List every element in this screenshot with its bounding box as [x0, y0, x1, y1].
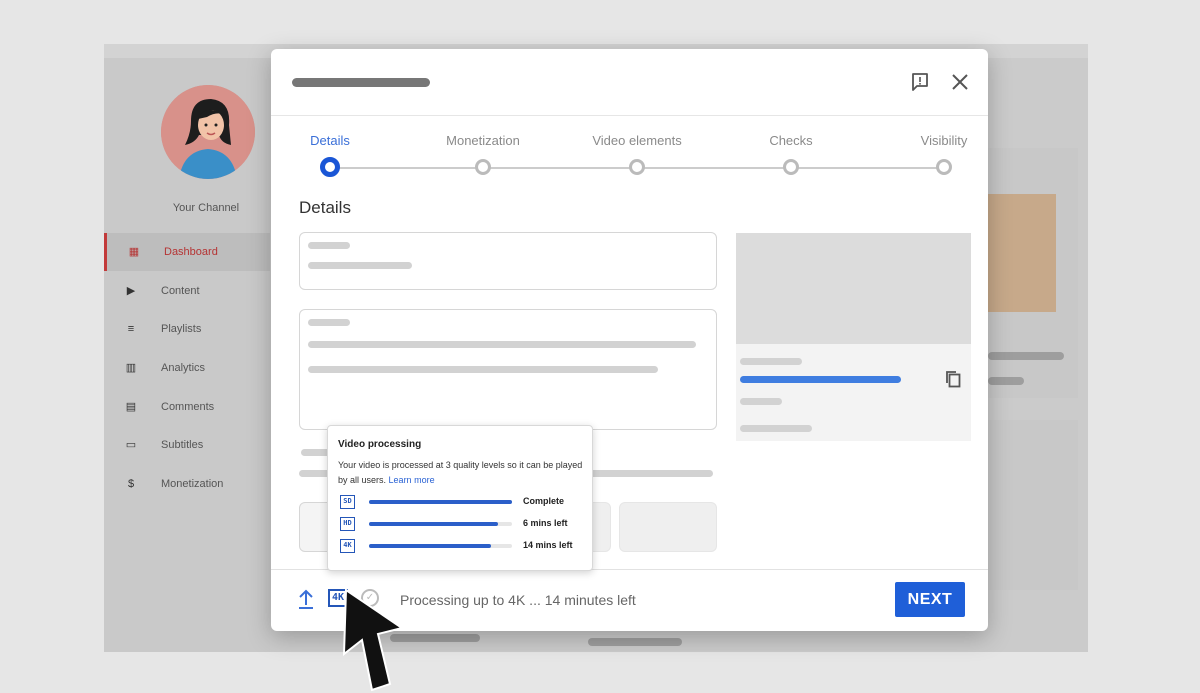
sidebar-item-playlists[interactable]: ≡ Playlists [104, 310, 270, 348]
upload-icon[interactable] [296, 588, 316, 610]
popup-description: Your video is processed at 3 quality lev… [338, 458, 583, 488]
popup-title: Video processing [338, 439, 422, 450]
step-indicator [629, 159, 645, 175]
sidebar-item-label: Analytics [161, 362, 206, 374]
dashboard-icon: ▦ [128, 246, 140, 258]
step-indicator [475, 159, 491, 175]
copy-icon[interactable] [943, 369, 963, 389]
step-label: Monetization [446, 133, 520, 148]
step-label: Video elements [592, 133, 682, 148]
field-value-placeholder [308, 366, 658, 373]
field-value-placeholder [308, 262, 412, 269]
video-link[interactable] [740, 376, 901, 383]
sidebar-item-label: Monetization [161, 478, 224, 490]
sidebar-item-subtitles[interactable]: ▭ Subtitles [104, 426, 270, 464]
quality-sd-icon: SD [340, 495, 355, 509]
quality-status: 6 mins left [523, 518, 568, 528]
title-field[interactable] [299, 232, 717, 290]
background-thumbnail [988, 194, 1056, 312]
step-details[interactable]: Details [271, 133, 390, 177]
sidebar-item-comments[interactable]: ▤ Comments [104, 388, 270, 426]
dialog-title-placeholder [292, 78, 430, 87]
monetization-icon: $ [127, 478, 135, 490]
quality-hd-icon: HD [340, 517, 355, 531]
quality-row-sd: SD Complete [338, 495, 588, 511]
description-field[interactable] [299, 309, 717, 430]
step-label: Visibility [920, 133, 968, 148]
sidebar-item-analytics[interactable]: ▥ Analytics [104, 349, 270, 387]
sidebar-item-label: Playlists [161, 323, 202, 335]
content-icon: ▶ [126, 285, 136, 297]
step-label: Checks [769, 133, 813, 148]
field-label-placeholder [308, 242, 350, 249]
progress-track [369, 544, 512, 548]
sidebar-item-label: Comments [161, 401, 215, 413]
learn-more-link[interactable]: Learn more [389, 475, 435, 485]
playlists-icon: ≡ [127, 323, 135, 335]
video-preview-panel [736, 233, 971, 441]
step-label: Details [310, 133, 350, 148]
placeholder-line [740, 358, 802, 365]
background-placeholder [988, 352, 1064, 360]
channel-avatar[interactable] [161, 85, 255, 179]
header-divider [271, 115, 988, 116]
step-video-elements[interactable]: Video elements [577, 133, 697, 175]
quality-4k-icon: 4K [340, 539, 355, 553]
field-value-placeholder [308, 341, 696, 348]
background-placeholder [988, 377, 1024, 385]
subtitles-icon: ▭ [125, 439, 137, 451]
placeholder-line [740, 398, 782, 405]
comments-icon: ▤ [125, 401, 137, 413]
field-label-placeholder [308, 319, 350, 326]
sidebar: Your Channel ▦ Dashboard ▶ Content ≡ Playlist… [104, 58, 270, 652]
progress-track [369, 522, 512, 526]
quality-row-4k: 4K 14 mins left [338, 539, 588, 555]
close-icon[interactable] [949, 71, 971, 93]
sidebar-item-monetization[interactable]: $ Monetization [104, 465, 270, 503]
sidebar-item-label: Subtitles [161, 439, 204, 451]
background-card [988, 420, 1078, 590]
progress-fill [369, 522, 498, 526]
next-button[interactable]: NEXT [895, 582, 965, 617]
step-monetization[interactable]: Monetization [423, 133, 543, 175]
step-indicator [783, 159, 799, 175]
step-indicator [320, 157, 340, 177]
processing-status-text: Processing up to 4K ... 14 minutes left [400, 592, 636, 608]
step-checks[interactable]: Checks [731, 133, 851, 175]
sidebar-item-label: Content [161, 285, 200, 297]
video-preview-thumbnail[interactable] [736, 233, 971, 344]
quality-row-hd: HD 6 mins left [338, 517, 588, 533]
step-indicator [936, 159, 952, 175]
sidebar-item-dashboard[interactable]: ▦ Dashboard [104, 233, 270, 271]
avatar-illustration [161, 85, 255, 179]
background-placeholder [588, 638, 682, 646]
analytics-icon: ▥ [125, 362, 137, 374]
sidebar-item-content[interactable]: ▶ Content [104, 272, 270, 310]
mouse-cursor-icon [342, 588, 405, 692]
thumbnail-option[interactable] [619, 502, 717, 552]
placeholder-line [740, 425, 812, 432]
popup-description-text: Your video is processed at 3 quality lev… [338, 460, 583, 485]
sidebar-item-label: Dashboard [164, 246, 218, 258]
feedback-icon[interactable] [909, 71, 931, 93]
quality-status: Complete [523, 496, 565, 506]
video-processing-popup: Video processing Your video is processed… [327, 425, 593, 571]
section-title: Details [299, 198, 351, 217]
progress-track [369, 500, 512, 504]
quality-status: 14 mins left [523, 540, 573, 550]
progress-fill [369, 500, 512, 504]
step-visibility[interactable]: Visibility [884, 133, 988, 175]
progress-fill [369, 544, 491, 548]
